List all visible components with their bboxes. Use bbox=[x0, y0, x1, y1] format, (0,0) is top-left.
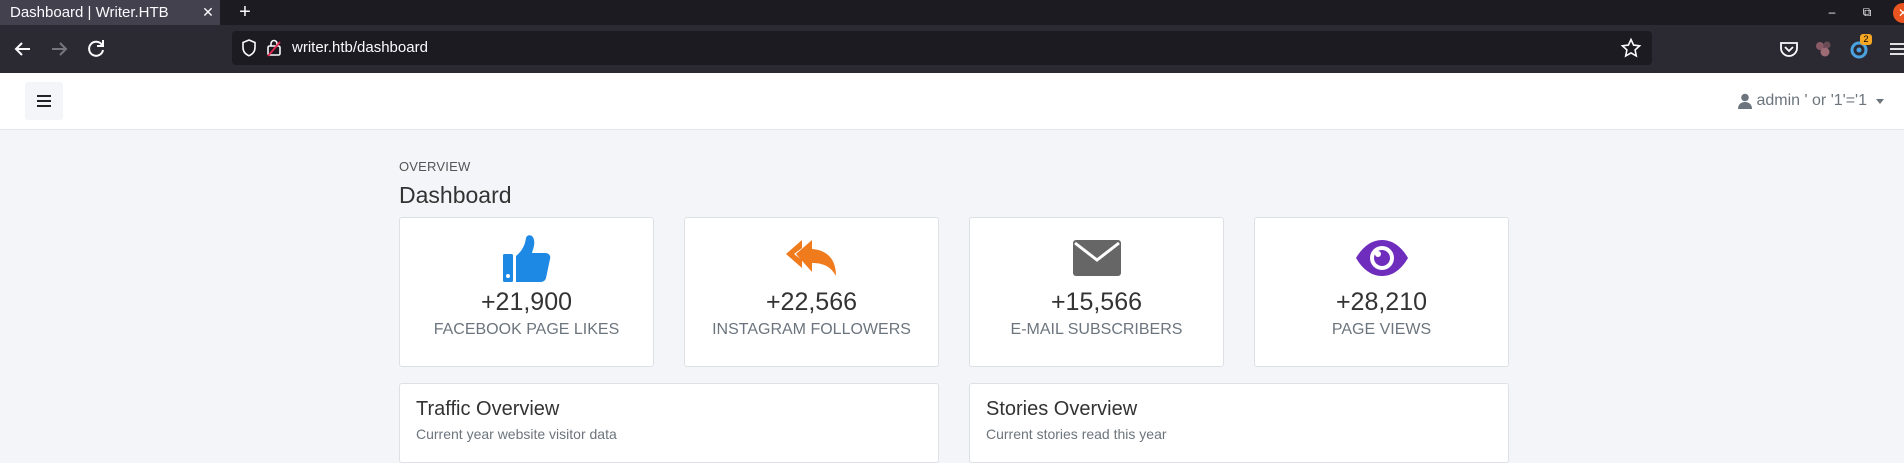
reload-button[interactable] bbox=[84, 37, 108, 61]
arrow-right-icon bbox=[52, 42, 68, 56]
stat-value: +22,566 bbox=[765, 288, 858, 316]
app-header: admin ' or '1'='1 bbox=[0, 73, 1904, 130]
sidebar-toggle-button[interactable] bbox=[25, 82, 63, 120]
stat-card-facebook: +21,900 Facebook Page Likes bbox=[399, 217, 654, 367]
tab-close-icon[interactable]: ✕ bbox=[200, 0, 216, 25]
extension-icon[interactable] bbox=[1812, 37, 1836, 61]
bars-icon-line bbox=[37, 105, 51, 107]
window-restore-button[interactable]: ⧉ bbox=[1857, 0, 1877, 25]
browser-tab-bar: Dashboard | Writer.HTB ✕ + – ⧉ ✕ bbox=[0, 0, 1904, 25]
thumbs-up-icon bbox=[502, 235, 550, 282]
user-icon bbox=[1737, 93, 1752, 109]
url-bar[interactable]: writer.htb/dashboard bbox=[232, 31, 1652, 65]
pocket-icon[interactable] bbox=[1777, 37, 1801, 61]
arrow-left-icon bbox=[14, 42, 30, 56]
user-dropdown[interactable]: admin ' or '1'='1 bbox=[1737, 90, 1884, 112]
stat-card-email: +15,566 E-Mail Subscribers bbox=[969, 217, 1224, 367]
stat-value: +28,210 bbox=[1335, 288, 1428, 316]
shield-icon[interactable] bbox=[240, 38, 258, 58]
url-text[interactable]: writer.htb/dashboard bbox=[292, 31, 428, 65]
stat-value: +21,900 bbox=[480, 288, 573, 316]
bars-icon bbox=[37, 95, 51, 97]
panel-subtitle: Current stories read this year bbox=[986, 426, 1167, 442]
bookmark-star-icon[interactable] bbox=[1620, 37, 1642, 59]
insecure-lock-icon[interactable] bbox=[266, 38, 282, 58]
stat-card-instagram: +22,566 Instagram Followers bbox=[684, 217, 939, 367]
eye-icon bbox=[1355, 240, 1408, 276]
window-minimize-button[interactable]: – bbox=[1822, 0, 1842, 25]
page-eyebrow: OVERVIEW bbox=[399, 159, 471, 174]
page-title: Dashboard bbox=[399, 182, 512, 208]
stat-label: Facebook Page Likes bbox=[433, 321, 620, 338]
caret-down-icon bbox=[1876, 98, 1884, 104]
back-button[interactable] bbox=[11, 37, 35, 61]
tab-title: Dashboard | Writer.HTB bbox=[10, 4, 169, 21]
bars-icon-line bbox=[37, 100, 51, 102]
panel-title: Stories Overview bbox=[986, 398, 1138, 420]
stat-label: Page Views bbox=[1331, 321, 1432, 338]
envelope-icon bbox=[1072, 240, 1121, 276]
extension-badge-icon[interactable]: 2 bbox=[1848, 34, 1872, 61]
traffic-overview-panel: Traffic Overview Current year website vi… bbox=[399, 383, 939, 463]
user-name: admin ' or '1'='1 bbox=[1756, 92, 1868, 109]
panel-subtitle: Current year website visitor data bbox=[416, 426, 617, 442]
window-close-button[interactable]: ✕ bbox=[1893, 3, 1904, 23]
browser-nav-bar: writer.htb/dashboard 2 bbox=[0, 25, 1904, 73]
stat-card-pageviews: +28,210 Page Views bbox=[1254, 217, 1509, 367]
stories-overview-panel: Stories Overview Current stories read th… bbox=[969, 383, 1509, 463]
panel-title: Traffic Overview bbox=[416, 398, 560, 420]
extension-badge: 2 bbox=[1860, 34, 1872, 45]
forward-button[interactable] bbox=[47, 37, 71, 61]
hamburger-menu-icon[interactable] bbox=[1885, 37, 1904, 61]
reply-all-icon bbox=[785, 240, 836, 276]
browser-tab[interactable]: Dashboard | Writer.HTB bbox=[0, 0, 220, 25]
stat-label: E-Mail Subscribers bbox=[1010, 321, 1183, 338]
stat-value: +15,566 bbox=[1050, 288, 1143, 316]
reload-icon bbox=[88, 40, 104, 57]
new-tab-button[interactable]: + bbox=[235, 0, 255, 25]
stat-label: Instagram Followers bbox=[712, 321, 911, 338]
